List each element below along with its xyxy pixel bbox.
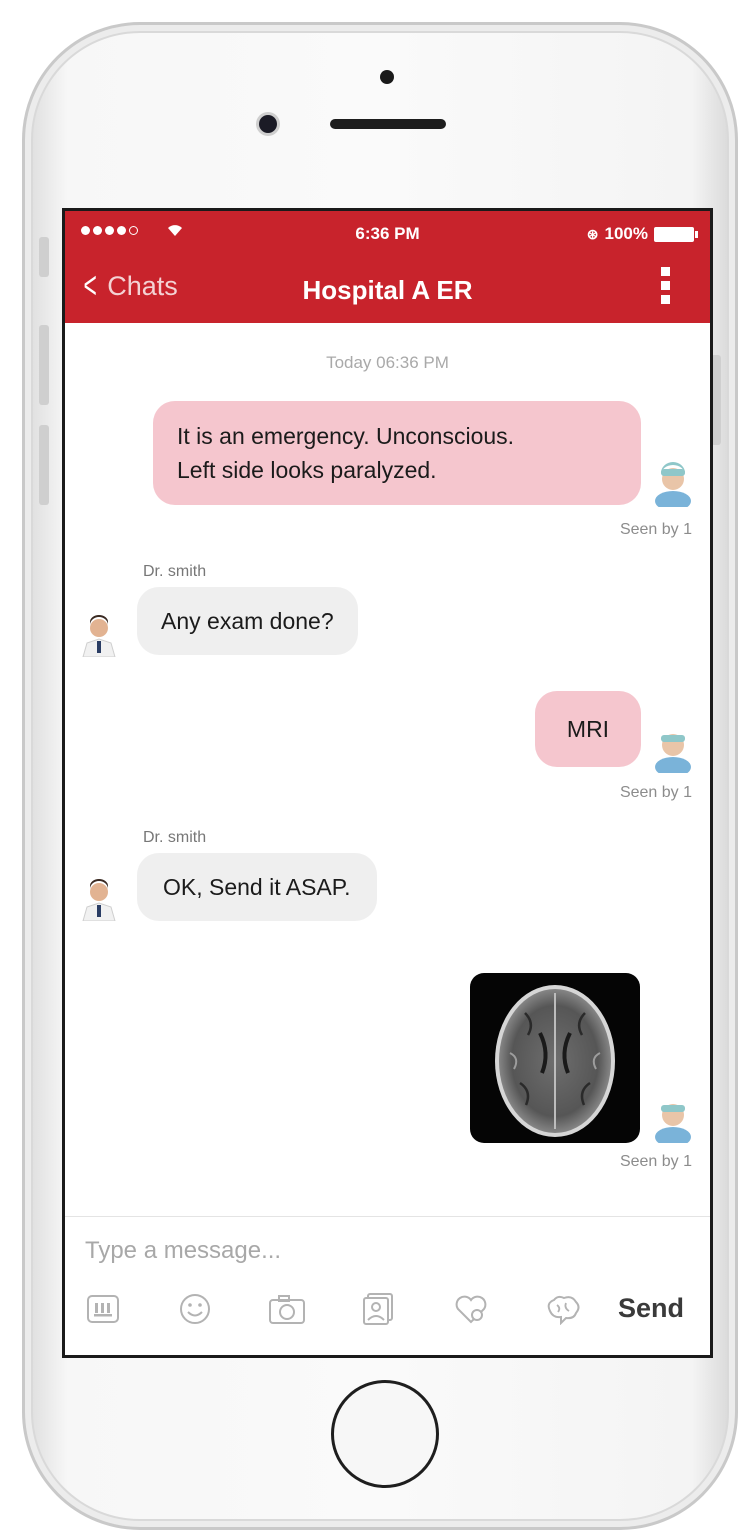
doctor-avatar (82, 879, 116, 921)
volume-down-button (39, 425, 49, 505)
message-line: It is an emergency. Unconscious. (177, 423, 515, 449)
message-input[interactable] (85, 1231, 665, 1271)
sender-name: Dr. smith (143, 829, 207, 846)
outgoing-message[interactable]: MRI (535, 691, 641, 767)
seen-receipt: Seen by 1 (619, 784, 692, 801)
incoming-message[interactable]: Any exam done? (137, 587, 358, 655)
app-header: 6:36 PM ⊛ 100% < Chats Hospital A ER (65, 211, 710, 323)
date-separator: Today 06:36 PM (326, 353, 449, 372)
seen-receipt: Seen by 1 (619, 1153, 692, 1170)
front-camera (259, 115, 277, 133)
volume-up-button (39, 325, 49, 405)
battery-status: ⊛ 100% (586, 224, 698, 244)
chat-thread[interactable]: Today 06:36 PM It is an emergency. Uncon… (65, 323, 710, 1216)
mri-image-message[interactable] (470, 973, 640, 1143)
my-avatar (655, 734, 691, 773)
incoming-message[interactable]: OK, Send it ASAP. (137, 853, 377, 921)
message-composer: Send (65, 1216, 710, 1355)
my-avatar (655, 1104, 691, 1143)
message-line: Left side looks paralyzed. (177, 457, 437, 483)
navigation-bar: < Chats Hospital A ER (65, 255, 710, 323)
status-bar: 6:36 PM ⊛ 100% (65, 211, 710, 255)
seen-receipt: Seen by 1 (619, 521, 692, 538)
home-button[interactable] (331, 1380, 439, 1488)
heart-icon[interactable] (451, 1289, 491, 1329)
brain-icon[interactable] (543, 1289, 583, 1329)
proximity-sensor (380, 70, 394, 84)
send-button[interactable]: Send (618, 1293, 684, 1324)
camera-icon[interactable] (267, 1289, 307, 1329)
chat-title: Hospital A ER (302, 275, 473, 305)
battery-percent: 100% (604, 224, 648, 243)
my-avatar (655, 462, 691, 507)
battery-icon (654, 226, 698, 242)
more-options-icon[interactable] (661, 267, 670, 304)
brain-mri-scan (495, 985, 615, 1137)
phone-screen: 6:36 PM ⊛ 100% < Chats Hospital A ER Tod… (62, 208, 713, 1358)
gallery-icon[interactable] (359, 1289, 399, 1329)
sender-name: Dr. smith (143, 563, 207, 580)
rotation-lock-icon: ⊛ (586, 225, 599, 242)
emoji-icon[interactable] (175, 1289, 215, 1329)
earpiece-speaker (330, 119, 446, 129)
mute-switch (39, 237, 49, 277)
keyboard-icon[interactable] (83, 1289, 123, 1329)
doctor-avatar (82, 615, 116, 657)
outgoing-message[interactable]: It is an emergency. Unconscious. Left si… (153, 401, 641, 505)
